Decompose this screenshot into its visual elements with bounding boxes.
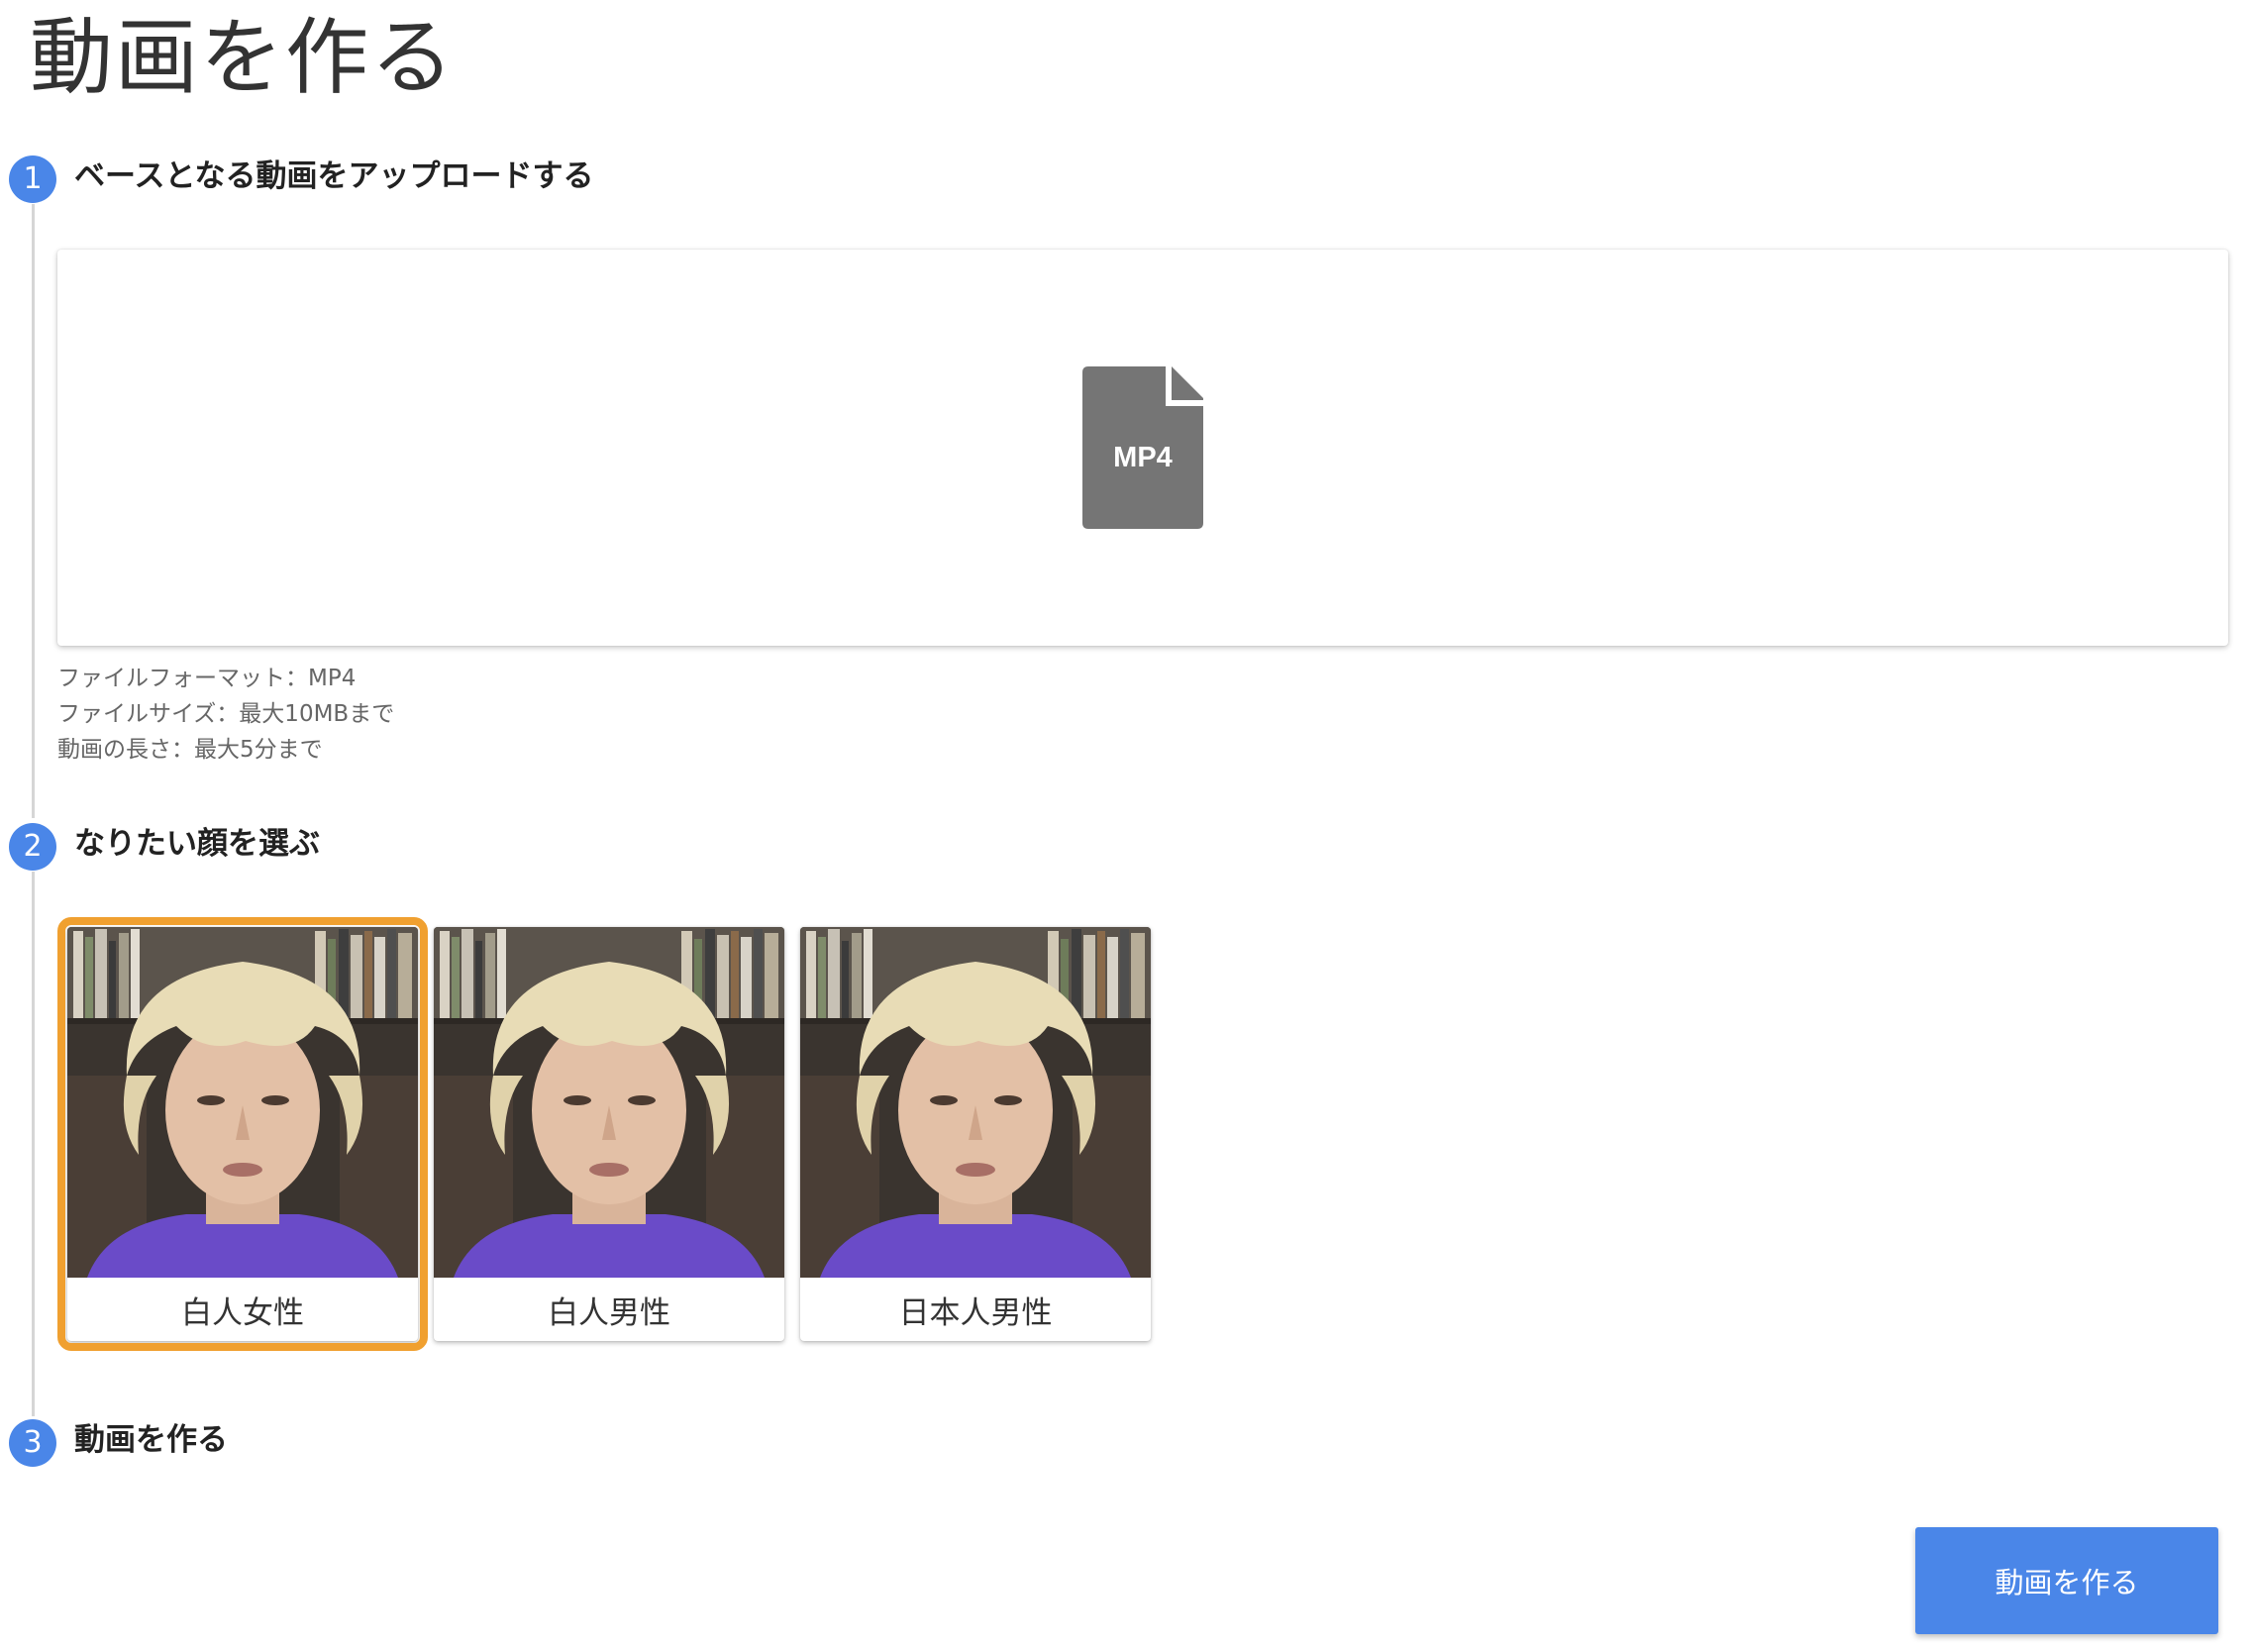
step-number-1: 1 — [9, 155, 56, 203]
step-number-2: 2 — [9, 823, 56, 871]
step-connector-2 — [32, 872, 35, 1416]
face-label: 日本人男性 — [898, 1294, 1053, 1331]
step-label-upload: ベースとなる動画をアップロードする — [74, 158, 594, 194]
face-option-white-male[interactable]: 白人男性 — [434, 927, 784, 1341]
info-size: ファイルサイズ：最大10MBまで — [57, 701, 395, 727]
step-label-create: 動画を作る — [74, 1422, 228, 1458]
file-type-label: MP4 — [1113, 442, 1173, 473]
info-format: ファイルフォーマット：MP4 — [57, 666, 357, 691]
face-label: 白人男性 — [548, 1294, 670, 1331]
face-thumbnail — [67, 927, 418, 1278]
info-length: 動画の長さ：最大5分まで — [57, 737, 323, 763]
upload-info: ファイルフォーマット：MP4 ファイルサイズ：最大10MBまで 動画の長さ：最大… — [57, 661, 394, 768]
step-label-face: なりたい顔を選ぶ — [74, 826, 320, 862]
page-title: 動画を作る — [30, 9, 457, 106]
face-thumbnail — [434, 927, 784, 1278]
mp4-file-icon: MP4 — [1082, 366, 1203, 529]
face-option-white-female[interactable]: 白人女性 — [57, 917, 428, 1351]
video-upload-dropzone[interactable]: MP4 — [57, 250, 2228, 646]
face-option-japanese-male[interactable]: 日本人男性 — [800, 927, 1151, 1341]
face-thumbnail — [800, 927, 1151, 1278]
create-video-button[interactable]: 動画を作る — [1915, 1527, 2218, 1634]
step-connector-1 — [32, 204, 35, 818]
face-label: 白人女性 — [181, 1294, 304, 1331]
step-number-3: 3 — [9, 1419, 56, 1467]
page-root: 動画を作る 1 ベースとなる動画をアップロードする MP4 ファイルフォーマット… — [0, 0, 2254, 1652]
